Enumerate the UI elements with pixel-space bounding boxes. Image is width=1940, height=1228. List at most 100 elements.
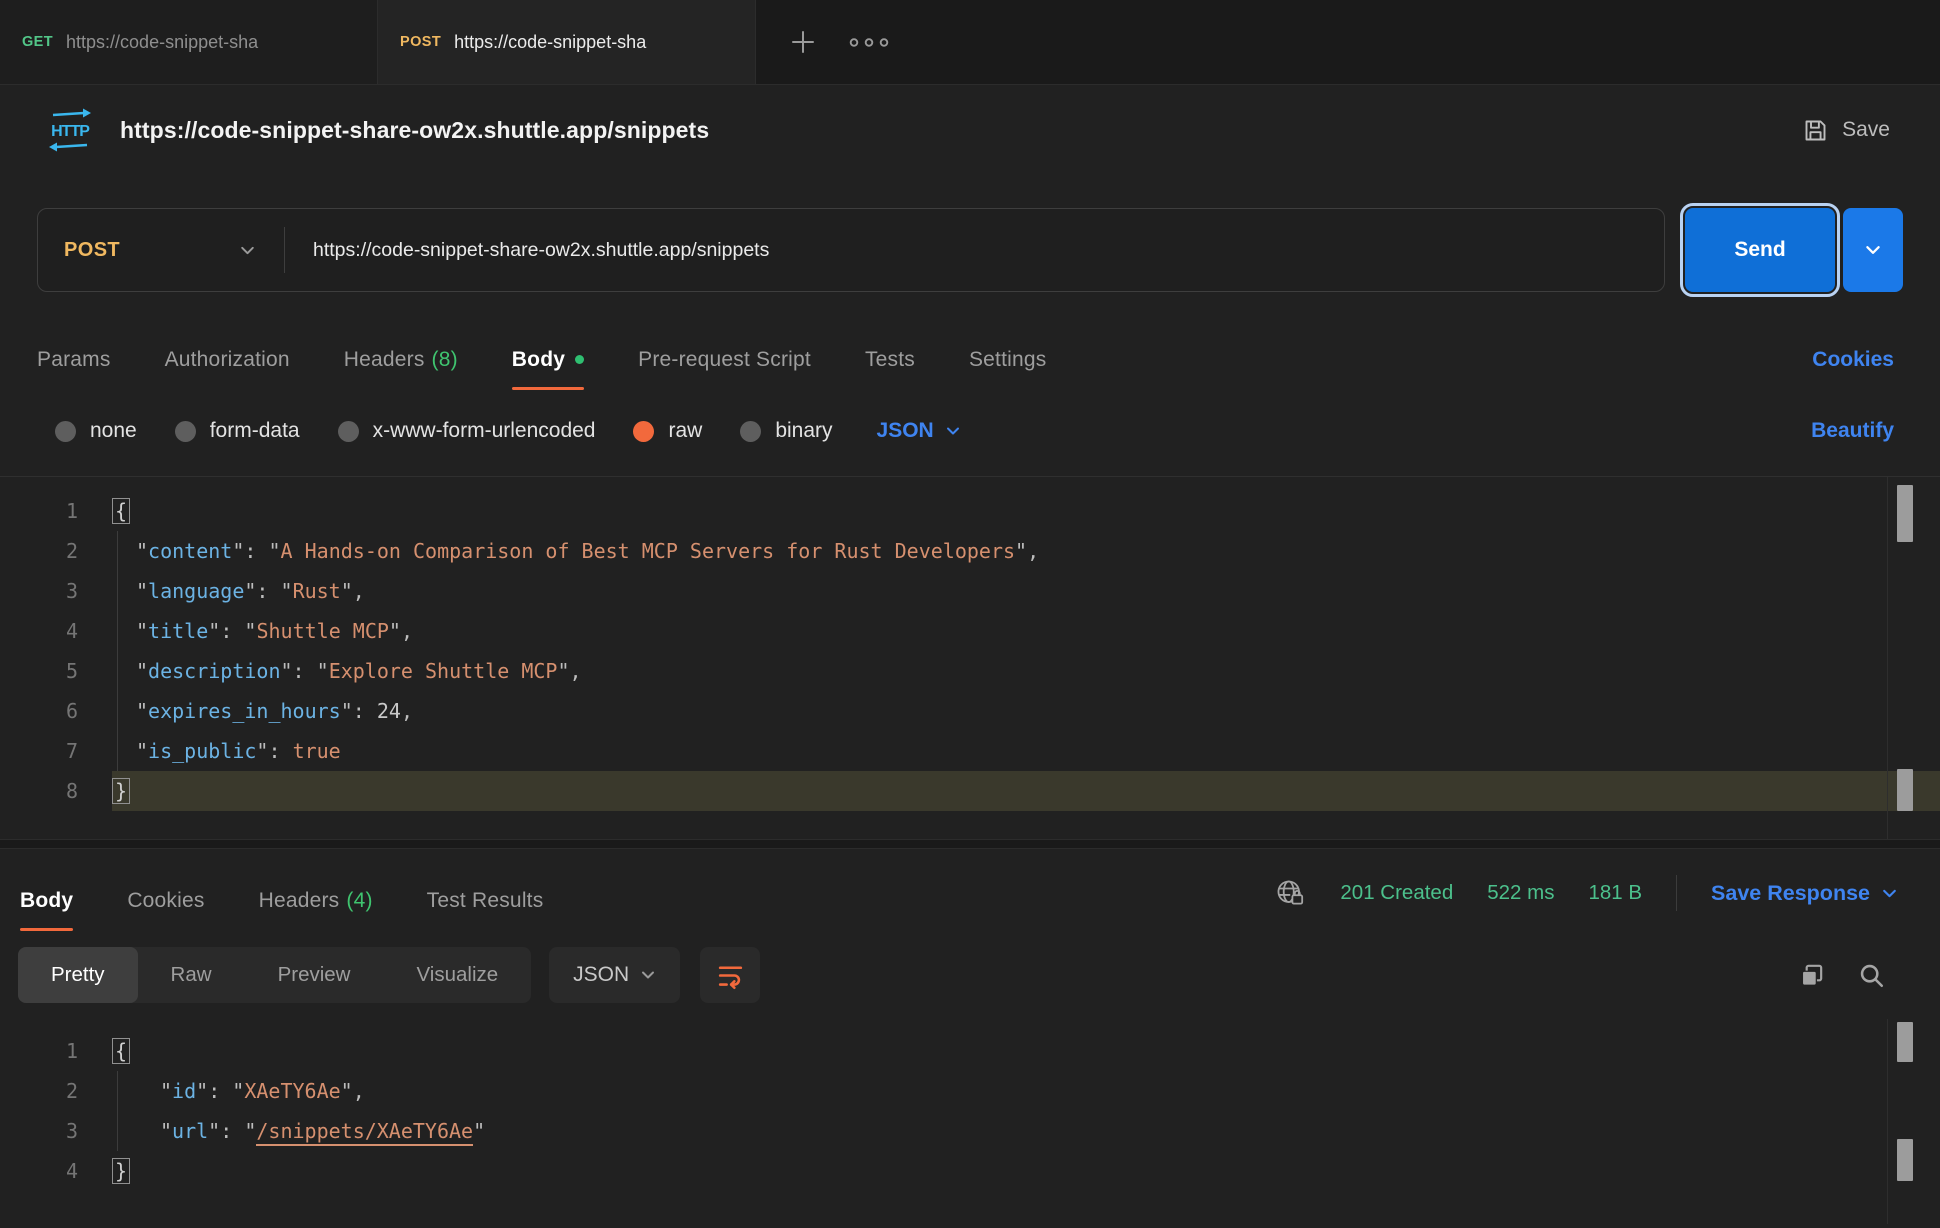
- body-type-binary[interactable]: binary: [740, 419, 832, 443]
- code-line[interactable]: 3"url": "/snippets/XAeTY6Ae": [0, 1111, 1940, 1151]
- code-token: ": [208, 619, 220, 643]
- request-section-tab-tests[interactable]: Tests: [865, 348, 915, 390]
- url-input[interactable]: [285, 239, 1664, 262]
- code-token: ,: [353, 579, 365, 603]
- radio-unselected: [55, 421, 76, 442]
- tab-label: Settings: [969, 348, 1046, 371]
- code-token: expires_in_hours: [148, 699, 341, 723]
- code-token: language: [148, 579, 244, 603]
- body-type-x-www-form-urlencoded[interactable]: x-www-form-urlencoded: [338, 419, 596, 443]
- response-section-tab-body[interactable]: Body: [20, 889, 73, 931]
- response-body-editor[interactable]: 1{2"id": "XAeTY6Ae",3"url": "/snippets/X…: [0, 1019, 1940, 1224]
- code-token: Explore Shuttle MCP: [329, 659, 558, 683]
- code-line[interactable]: 4}: [0, 1151, 1940, 1191]
- code-token: ": [341, 699, 353, 723]
- scrollbar-cursor-marker[interactable]: [1897, 769, 1913, 811]
- code-line[interactable]: 2"content": "A Hands-on Comparison of Be…: [0, 531, 1940, 571]
- request-section-tab-headers[interactable]: Headers(8): [344, 348, 458, 390]
- body-type-options: none form-data x-www-form-urlencoded raw bin…: [0, 402, 1940, 460]
- code-line[interactable]: 8}: [0, 771, 1940, 811]
- request-section-tab-settings[interactable]: Settings: [969, 348, 1046, 390]
- scrollbar-thumb[interactable]: [1897, 1022, 1913, 1062]
- new-tab-button[interactable]: [770, 0, 836, 84]
- code-text: "language": "Rust",: [112, 571, 1940, 611]
- http-protocol-icon: HTTP: [44, 107, 96, 153]
- send-button[interactable]: Send: [1685, 208, 1835, 292]
- code-text: "id": "XAeTY6Ae",: [112, 1071, 1940, 1111]
- code-token: ": [136, 659, 148, 683]
- page-title: https://code-snippet-share-ow2x.shuttle.…: [120, 117, 1802, 144]
- url-bar: POST: [37, 208, 1665, 292]
- response-view-pretty[interactable]: Pretty: [18, 947, 138, 1003]
- code-line[interactable]: 1{: [0, 1031, 1940, 1071]
- save-label: Save: [1842, 118, 1890, 142]
- unsaved-changes-dot: [575, 355, 584, 364]
- code-token: ": [1015, 539, 1027, 563]
- search-button[interactable]: [1848, 952, 1894, 998]
- tab-label: Test Results: [427, 889, 544, 912]
- request-tab-post[interactable]: POST https://code-snippet-sha: [378, 0, 756, 84]
- response-url-link[interactable]: /snippets/XAeTY6Ae: [256, 1119, 473, 1146]
- save-response-button[interactable]: Save Response: [1711, 881, 1898, 906]
- line-number: 4: [0, 611, 78, 651]
- scrollbar-track: [1887, 477, 1888, 839]
- response-section-tab-headers[interactable]: Headers(4): [259, 889, 373, 931]
- code-token: XAeTY6Ae: [244, 1079, 340, 1103]
- code-token: ": [341, 579, 353, 603]
- chevron-down-icon: [640, 967, 656, 983]
- code-line[interactable]: 3"language": "Rust",: [0, 571, 1940, 611]
- request-section-tab-params[interactable]: Params: [37, 348, 111, 390]
- beautify-link[interactable]: Beautify: [1811, 419, 1894, 443]
- response-format-select[interactable]: JSON: [549, 947, 680, 1003]
- copy-button[interactable]: [1788, 952, 1834, 998]
- radio-unselected: [338, 421, 359, 442]
- response-section-tab-test-results[interactable]: Test Results: [427, 889, 544, 931]
- body-type-raw[interactable]: raw: [633, 419, 702, 443]
- code-token: ": [281, 659, 293, 683]
- response-view-preview[interactable]: Preview: [245, 947, 384, 1003]
- tab-label: Headers: [344, 348, 425, 371]
- response-view-raw[interactable]: Raw: [138, 947, 245, 1003]
- scrollbar-cursor-marker[interactable]: [1897, 1139, 1913, 1181]
- code-token: ": [341, 1079, 353, 1103]
- workspace-tab-bar: GET https://code-snippet-sha POST https:…: [0, 0, 1940, 85]
- code-line[interactable]: 7"is_public": true: [0, 731, 1940, 771]
- wrap-text-button[interactable]: [700, 947, 760, 1003]
- code-token: is_public: [148, 739, 256, 763]
- code-line[interactable]: 4"title": "Shuttle MCP",: [0, 611, 1940, 651]
- code-text: "is_public": true: [112, 731, 1940, 771]
- code-line[interactable]: 1{: [0, 491, 1940, 531]
- plus-icon: [788, 27, 818, 57]
- request-title-row: HTTP https://code-snippet-share-ow2x.shu…: [0, 85, 1940, 175]
- response-section-tab-cookies[interactable]: Cookies: [127, 889, 204, 931]
- code-token: ,: [353, 1079, 365, 1103]
- response-view-visualize[interactable]: Visualize: [383, 947, 531, 1003]
- pane-divider[interactable]: [0, 839, 1940, 849]
- more-options-button[interactable]: [836, 0, 902, 84]
- body-type-none[interactable]: none: [55, 419, 137, 443]
- radio-unselected: [740, 421, 761, 442]
- code-line[interactable]: 2"id": "XAeTY6Ae",: [0, 1071, 1940, 1111]
- request-url-row: POST Send: [37, 208, 1903, 292]
- code-text: "description": "Explore Shuttle MCP",: [112, 651, 1940, 691]
- request-section-tab-pre-request-script[interactable]: Pre-request Script: [638, 348, 811, 390]
- request-body-editor[interactable]: 1{2"content": "A Hands-on Comparison of …: [0, 476, 1940, 839]
- scrollbar-thumb[interactable]: [1897, 485, 1913, 542]
- cookies-link[interactable]: Cookies: [1812, 348, 1894, 390]
- code-token: {: [112, 498, 130, 524]
- tab-label: Body: [20, 889, 73, 912]
- request-section-tab-body[interactable]: Body: [512, 348, 584, 390]
- send-options-button[interactable]: [1843, 208, 1903, 292]
- method-select[interactable]: POST: [38, 239, 284, 262]
- code-token: :: [353, 699, 377, 723]
- code-line[interactable]: 5"description": "Explore Shuttle MCP",: [0, 651, 1940, 691]
- tab-url: https://code-snippet-sha: [66, 32, 355, 53]
- body-type-form-data[interactable]: form-data: [175, 419, 300, 443]
- divider: [1676, 875, 1677, 911]
- code-token: ": [136, 739, 148, 763]
- request-tab-get[interactable]: GET https://code-snippet-sha: [0, 0, 378, 84]
- body-format-select[interactable]: JSON: [877, 419, 961, 443]
- code-line[interactable]: 6"expires_in_hours": 24,: [0, 691, 1940, 731]
- request-section-tab-authorization[interactable]: Authorization: [165, 348, 290, 390]
- save-button[interactable]: Save: [1802, 117, 1890, 144]
